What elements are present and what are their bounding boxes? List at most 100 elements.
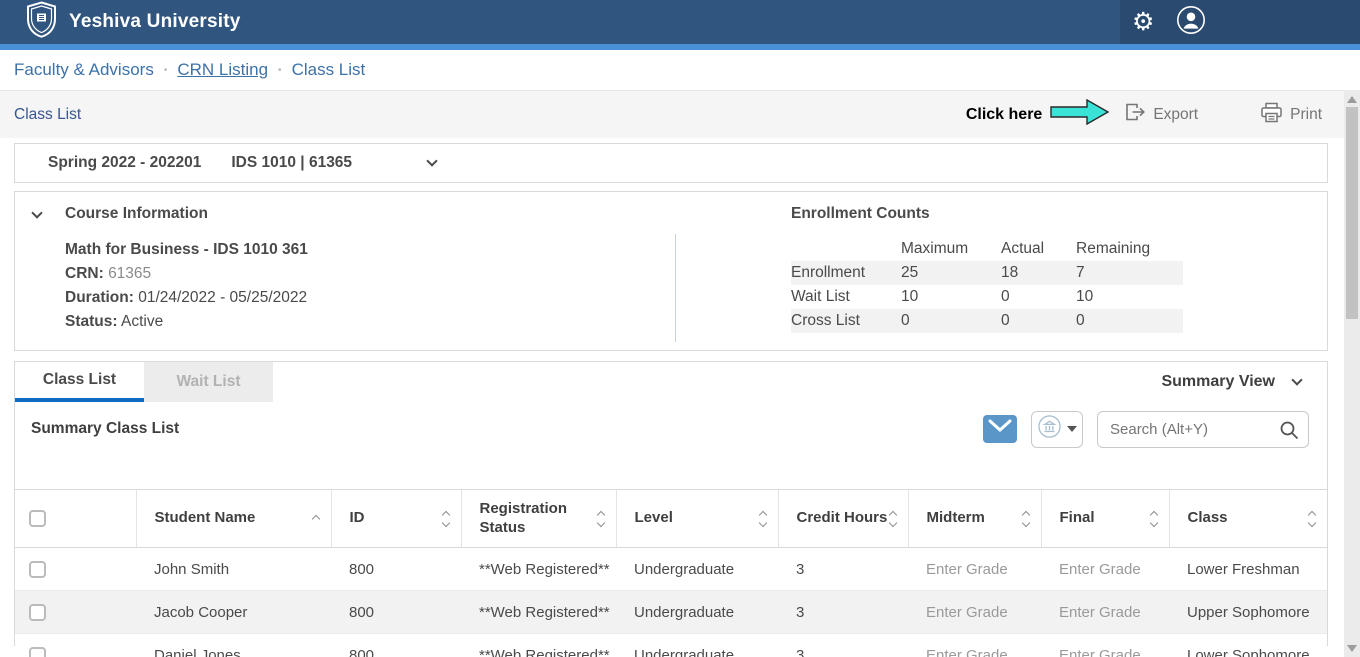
chevron-down-icon[interactable] bbox=[426, 155, 437, 166]
sort-down-icon bbox=[596, 518, 604, 526]
midterm-enter-grade-link[interactable]: Enter Grade bbox=[908, 548, 1041, 591]
credit-hours-cell: 3 bbox=[778, 634, 908, 657]
summary-class-list-heading: Summary Class List bbox=[31, 420, 179, 438]
id-cell: 800 bbox=[331, 548, 461, 591]
wait-list-actual: 0 bbox=[1001, 285, 1076, 309]
registration-status-cell: **Web Registered** bbox=[461, 591, 616, 634]
top-navbar: Yeshiva University ⚙ bbox=[0, 0, 1360, 44]
credit-hours-cell: 3 bbox=[778, 591, 908, 634]
id-cell: 800 bbox=[331, 591, 461, 634]
class-standing-cell: Lower Sophomore bbox=[1169, 634, 1327, 657]
enrollment-actual: 18 bbox=[1001, 261, 1076, 285]
table-row: Jacob Cooper 800 **Web Registered** Unde… bbox=[15, 591, 1327, 634]
row-checkbox[interactable] bbox=[29, 604, 46, 621]
scrollbar-thumb[interactable] bbox=[1346, 107, 1358, 319]
col-header-maximum: Maximum bbox=[901, 237, 1001, 261]
row-checkbox[interactable] bbox=[29, 561, 46, 578]
crn-line: CRN: 61365 bbox=[65, 262, 308, 286]
chevron-down-icon bbox=[1291, 374, 1302, 385]
selected-term: Spring 2022 - 202201 bbox=[48, 154, 201, 172]
user-avatar-icon[interactable] bbox=[1176, 5, 1206, 40]
export-button[interactable]: Export bbox=[1124, 102, 1198, 127]
search-container bbox=[1097, 411, 1309, 448]
crn-value: 61365 bbox=[108, 265, 151, 282]
breadcrumb-faculty-advisors[interactable]: Faculty & Advisors bbox=[14, 60, 154, 80]
col-header-registration-status[interactable]: Registration Status bbox=[462, 500, 616, 538]
print-label: Print bbox=[1290, 106, 1322, 124]
student-name-cell: John Smith bbox=[136, 548, 331, 591]
page-title: Class List bbox=[14, 106, 81, 124]
summary-view-label: Summary View bbox=[1161, 373, 1275, 391]
col-header-id[interactable]: ID bbox=[332, 509, 461, 528]
course-information-panel: Course Information Math for Business - I… bbox=[14, 191, 1328, 351]
registration-status-cell: **Web Registered** bbox=[461, 634, 616, 657]
enrollment-maximum: 25 bbox=[901, 261, 1001, 285]
caret-down-icon bbox=[1067, 426, 1077, 432]
level-cell: Undergraduate bbox=[616, 591, 778, 634]
enrollment-counts-heading: Enrollment Counts bbox=[791, 205, 1183, 223]
col-header-actual: Actual bbox=[1001, 237, 1076, 261]
search-options-button[interactable] bbox=[1031, 411, 1083, 448]
list-actions bbox=[983, 411, 1311, 448]
term-course-selector[interactable]: Spring 2022 - 202201 IDS 1010 | 61365 bbox=[14, 143, 1328, 183]
email-button[interactable] bbox=[983, 415, 1017, 443]
collapse-chevron-icon[interactable] bbox=[31, 207, 42, 218]
click-here-annotation: Click here bbox=[966, 106, 1042, 124]
export-label: Export bbox=[1153, 106, 1198, 124]
panel-divider bbox=[675, 234, 676, 342]
select-all-checkbox[interactable] bbox=[29, 510, 46, 527]
gear-icon[interactable]: ⚙ bbox=[1132, 10, 1154, 35]
final-enter-grade-link[interactable]: Enter Grade bbox=[1041, 591, 1169, 634]
course-title: Math for Business - IDS 1010 361 bbox=[65, 238, 308, 262]
tabs-row: Class List Wait List Summary View bbox=[15, 362, 1327, 402]
student-table: Student Name ID Registration Status Leve… bbox=[15, 489, 1327, 657]
vertical-scrollbar[interactable] bbox=[1344, 90, 1360, 657]
sort-down-icon bbox=[888, 518, 896, 526]
search-icon[interactable] bbox=[1278, 419, 1300, 446]
enrollment-counts-table: Maximum Actual Remaining Enrollment 25 1… bbox=[791, 237, 1183, 333]
row-label-wait-list: Wait List bbox=[791, 285, 901, 309]
col-header-midterm[interactable]: Midterm bbox=[909, 509, 1041, 528]
brand-name: Yeshiva University bbox=[69, 11, 241, 33]
final-enter-grade-link[interactable]: Enter Grade bbox=[1041, 634, 1169, 657]
summary-view-selector[interactable]: Summary View bbox=[1161, 362, 1327, 402]
sort-down-icon bbox=[1308, 518, 1316, 526]
scroll-down-arrow-icon[interactable] bbox=[1347, 645, 1357, 652]
midterm-enter-grade-link[interactable]: Enter Grade bbox=[908, 591, 1041, 634]
course-information-heading: Course Information bbox=[65, 205, 208, 223]
navbar-right-section: ⚙ bbox=[1120, 0, 1360, 44]
university-shield-logo-icon bbox=[26, 1, 57, 43]
print-icon bbox=[1260, 102, 1283, 128]
breadcrumb-crn-listing[interactable]: CRN Listing bbox=[177, 60, 268, 80]
status-value: Active bbox=[121, 313, 163, 330]
photo-cell bbox=[61, 591, 136, 634]
registration-status-cell: **Web Registered** bbox=[461, 548, 616, 591]
level-cell: Undergraduate bbox=[616, 634, 778, 657]
col-header-final[interactable]: Final bbox=[1042, 509, 1169, 528]
duration-label: Duration: bbox=[65, 289, 134, 306]
bank-columns-icon bbox=[1037, 414, 1062, 444]
credit-hours-cell: 3 bbox=[778, 548, 908, 591]
row-checkbox[interactable] bbox=[29, 647, 46, 657]
final-enter-grade-link[interactable]: Enter Grade bbox=[1041, 548, 1169, 591]
sort-down-icon bbox=[1149, 518, 1157, 526]
col-header-credit-hours[interactable]: Credit Hours bbox=[779, 509, 908, 528]
tab-class-list[interactable]: Class List bbox=[15, 362, 144, 402]
row-label-enrollment: Enrollment bbox=[791, 261, 901, 285]
breadcrumb-class-list[interactable]: Class List bbox=[292, 60, 366, 80]
col-header-class[interactable]: Class bbox=[1170, 509, 1328, 528]
scroll-up-arrow-icon[interactable] bbox=[1347, 96, 1357, 103]
col-header-remaining: Remaining bbox=[1076, 237, 1183, 261]
id-cell: 800 bbox=[331, 634, 461, 657]
crn-label: CRN: bbox=[65, 265, 104, 282]
selected-course: IDS 1010 | 61365 bbox=[231, 154, 352, 172]
export-icon bbox=[1124, 102, 1146, 127]
midterm-enter-grade-link[interactable]: Enter Grade bbox=[908, 634, 1041, 657]
cross-list-remaining: 0 bbox=[1076, 309, 1183, 333]
col-header-level[interactable]: Level bbox=[617, 509, 778, 528]
col-header-student-name[interactable]: Student Name bbox=[137, 509, 331, 528]
print-button[interactable]: Print bbox=[1260, 102, 1322, 128]
enrollment-counts: Enrollment Counts Maximum Actual Remaini… bbox=[791, 205, 1183, 333]
cross-list-maximum: 0 bbox=[901, 309, 1001, 333]
tab-wait-list[interactable]: Wait List bbox=[144, 362, 273, 402]
